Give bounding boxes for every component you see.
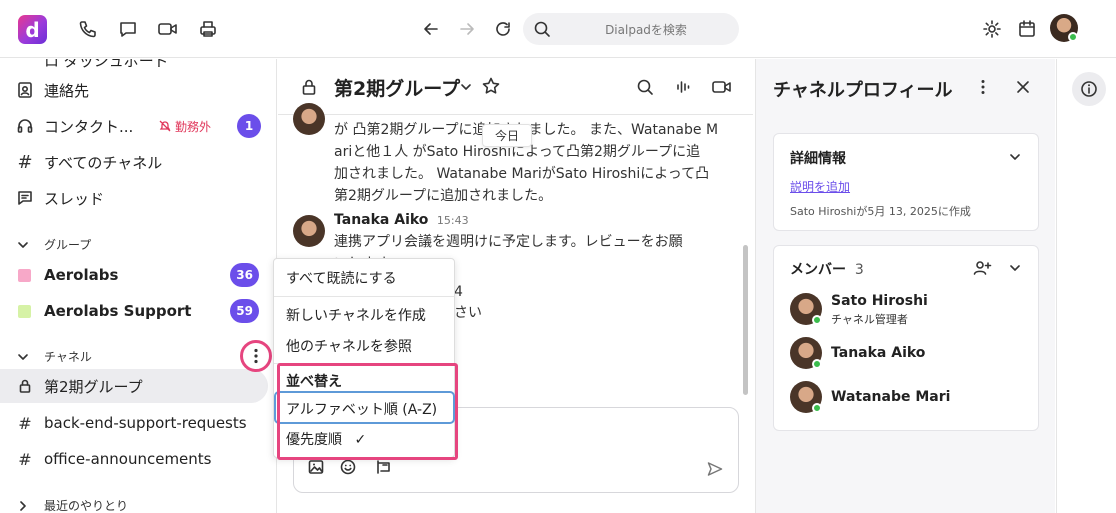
message-fragment: 4 [454, 284, 463, 300]
emoji-icon[interactable] [339, 458, 357, 476]
chevron-down-icon [18, 353, 28, 360]
info-button[interactable] [1072, 72, 1106, 106]
sort-options-highlight [277, 363, 458, 460]
channel-header: 第2期グループ [278, 59, 753, 115]
search-icon[interactable] [636, 78, 654, 96]
calendar-icon[interactable] [1012, 14, 1042, 44]
channel-profile-panel: チャネルプロフィール 詳細情報 説明を追加 Sato Hiroshiが5月 13… [755, 59, 1055, 513]
video-icon[interactable] [153, 14, 183, 44]
send-icon[interactable] [706, 460, 724, 478]
settings-gear-icon[interactable] [977, 14, 1007, 44]
message-icon[interactable] [113, 14, 143, 44]
contacts-icon [16, 81, 34, 99]
member-name: Tanaka Aiko [831, 345, 926, 361]
sidebar-item-backend-support[interactable]: # back-end-support-requests [0, 406, 276, 440]
add-member-icon[interactable] [972, 259, 992, 277]
forward-arrow-icon[interactable] [452, 14, 482, 44]
dialpad-logo[interactable]: d [18, 15, 47, 44]
lock-icon [16, 377, 34, 395]
sidebar-item-channel-active[interactable]: 第2期グループ [0, 369, 268, 403]
online-status-dot [812, 315, 822, 325]
right-rail [1056, 59, 1116, 513]
threads-icon [16, 189, 34, 207]
channels-more-options-button[interactable] [240, 340, 272, 372]
menu-item-mark-all-read[interactable]: すべて既読にする [286, 268, 397, 288]
video-call-icon[interactable] [711, 78, 733, 96]
star-icon[interactable] [481, 76, 501, 96]
search-placeholder: Dialpadを検索 [605, 23, 687, 37]
printer-icon[interactable] [193, 14, 223, 44]
menu-item-browse-channels[interactable]: 他のチャネルを参照 [286, 336, 412, 356]
recent-section-header[interactable]: 最近のやりとり [16, 497, 128, 513]
chevron-right-icon [20, 500, 26, 511]
group-color-swatch [18, 304, 31, 318]
reload-icon[interactable] [488, 14, 518, 44]
more-vertical-icon[interactable] [980, 79, 986, 95]
phone-icon[interactable] [73, 14, 103, 44]
member-name: Sato Hiroshi [831, 293, 928, 309]
chevron-down-icon[interactable] [1008, 261, 1022, 275]
message-fragment: さい [454, 305, 482, 321]
scrollbar[interactable] [743, 245, 748, 395]
details-header: 詳細情報 [790, 151, 846, 167]
hash-icon: # [18, 413, 32, 433]
groups-section-header[interactable]: グループ [16, 236, 91, 253]
gif-icon[interactable] [374, 458, 392, 476]
lock-icon [300, 78, 318, 96]
sidebar: ロ ダッシュボード 連絡先 コンタクト... 勤務外 1 # すべてのチャネル … [0, 59, 277, 513]
message-time: 15:43 [436, 214, 469, 227]
message-header: Tanaka Aiko 15:43 [334, 212, 469, 228]
online-status-dot [812, 403, 822, 413]
bell-off-icon [159, 120, 171, 132]
hash-icon: # [18, 449, 32, 469]
headset-icon [16, 117, 34, 135]
add-description-link[interactable]: 説明を追加 [790, 178, 850, 195]
sidebar-item-office-announcements[interactable]: # office-announcements [0, 442, 276, 476]
online-status-dot [1068, 32, 1078, 42]
menu-divider [274, 296, 454, 297]
member-role: チャネル管理者 [831, 313, 908, 326]
date-chip: 今日 [482, 124, 533, 147]
online-status-dot [812, 359, 822, 369]
info-icon [1081, 81, 1097, 97]
avatar[interactable] [293, 103, 325, 135]
members-header: メンバー 3 [790, 262, 864, 278]
unread-badge: 36 [230, 263, 259, 287]
off-duty-status: 勤務外 [158, 118, 211, 135]
channels-section-header[interactable]: チャネル [16, 348, 92, 365]
member-name: Watanabe Mari [831, 389, 951, 405]
sidebar-item-aerolabs[interactable]: Aerolabs 36 [0, 258, 276, 292]
top-bar: d Dialpadを検索 [0, 0, 1116, 58]
search-bar[interactable]: Dialpadを検索 [523, 13, 739, 45]
message-author[interactable]: Tanaka Aiko [334, 212, 428, 228]
member-row[interactable]: Watanabe Mari [790, 381, 1030, 415]
group-color-swatch [18, 268, 31, 282]
member-row[interactable]: Sato Hiroshi チャネル管理者 [790, 293, 1030, 327]
sidebar-item-threads[interactable]: スレッド [0, 181, 276, 215]
hash-icon: # [17, 151, 33, 173]
sidebar-item-contact-center[interactable]: コンタクト... 勤務外 1 [0, 109, 276, 143]
channel-title[interactable]: 第2期グループ [334, 74, 460, 101]
sidebar-item-aerolabs-support[interactable]: Aerolabs Support 59 [0, 294, 276, 328]
members-card: メンバー 3 Sato Hiroshi チャネル管理者 Tanaka Aiko … [773, 245, 1039, 431]
voice-call-icon[interactable] [675, 78, 693, 96]
panel-title: チャネルプロフィール [773, 80, 953, 101]
back-arrow-icon[interactable] [416, 14, 446, 44]
chevron-down-icon [18, 241, 28, 248]
created-by-text: Sato Hiroshiが5月 13, 2025に作成 [790, 205, 971, 218]
sidebar-item-all-channels[interactable]: # すべてのチャネル [0, 145, 276, 179]
chevron-down-icon[interactable] [1008, 150, 1022, 164]
more-vertical-icon [254, 348, 258, 364]
sidebar-item-contacts[interactable]: 連絡先 [0, 73, 276, 107]
unread-badge: 1 [237, 114, 261, 138]
close-icon[interactable] [1015, 79, 1031, 95]
image-icon[interactable] [307, 458, 325, 476]
unread-badge: 59 [230, 299, 259, 323]
member-row[interactable]: Tanaka Aiko [790, 337, 1030, 371]
menu-item-create-channel[interactable]: 新しいチャネルを作成 [286, 305, 426, 325]
members-count: 3 [854, 262, 864, 278]
chevron-down-icon[interactable] [459, 80, 473, 94]
avatar[interactable] [293, 215, 325, 247]
details-card: 詳細情報 説明を追加 Sato Hiroshiが5月 13, 2025に作成 [773, 133, 1039, 231]
